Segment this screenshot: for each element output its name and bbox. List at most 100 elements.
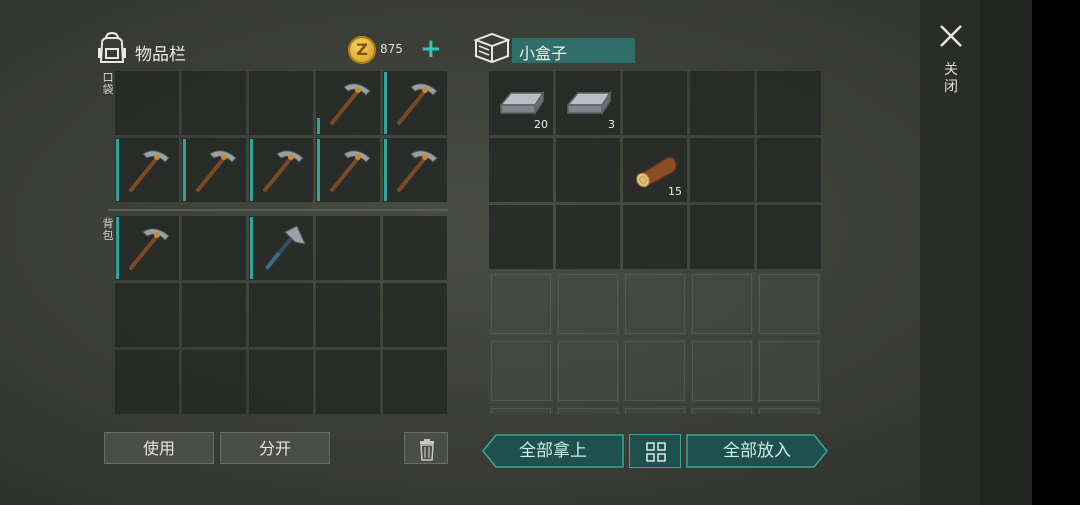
container-slot[interactable]: 3 [556, 71, 620, 135]
container-slot[interactable] [757, 138, 821, 202]
trash-button[interactable] [404, 432, 448, 464]
pickaxe-icon [129, 228, 170, 270]
durability-bar [384, 72, 387, 134]
pocket-slot[interactable] [383, 138, 447, 202]
pickaxe-icon [196, 150, 237, 192]
backpack-slot[interactable] [182, 283, 246, 347]
pocket-slot[interactable] [115, 138, 179, 202]
container-slot[interactable] [556, 205, 620, 269]
pocket-slot[interactable] [383, 71, 447, 135]
backpack-slot[interactable] [383, 216, 447, 280]
durability-bar [317, 118, 320, 134]
container-slot[interactable] [690, 138, 754, 202]
container-grid: 20 3 15 [489, 71, 821, 414]
section-divider [108, 209, 448, 211]
pickaxe-icon [330, 83, 371, 125]
backpack-grid [115, 216, 447, 414]
backpack-icon [98, 31, 126, 63]
container-slot[interactable] [623, 406, 687, 414]
pickaxe-icon [397, 150, 438, 192]
use-button[interactable]: 使用 [104, 432, 214, 464]
container-slot[interactable] [757, 205, 821, 269]
container-slot[interactable] [690, 205, 754, 269]
container-slot[interactable] [690, 272, 754, 336]
coin-icon: Z [348, 36, 376, 64]
backpack-slot[interactable] [383, 350, 447, 414]
backpack-slot[interactable] [249, 283, 313, 347]
close-icon[interactable] [937, 22, 965, 50]
split-button[interactable]: 分开 [220, 432, 330, 464]
screen-edge [1032, 0, 1080, 505]
pickaxe-icon [129, 150, 170, 192]
container-slot[interactable] [556, 406, 620, 414]
container-slot[interactable] [556, 339, 620, 403]
sort-grid-icon [646, 442, 666, 462]
container-slot[interactable] [489, 339, 553, 403]
pickaxe-icon [330, 150, 371, 192]
backpack-slot[interactable] [316, 283, 380, 347]
coin-count: 875 [380, 42, 403, 56]
backpack-slot[interactable] [316, 216, 380, 280]
backpack-slot[interactable] [316, 350, 380, 414]
container-slot[interactable] [489, 406, 553, 414]
container-slot[interactable] [757, 339, 821, 403]
pocket-grid [115, 71, 447, 202]
add-coins-button[interactable]: + [420, 35, 442, 63]
pocket-slot[interactable] [249, 138, 313, 202]
container-slot[interactable] [556, 272, 620, 336]
inventory-title: 物品栏 [135, 45, 186, 65]
trash-icon [420, 439, 434, 461]
sort-button[interactable] [629, 434, 681, 468]
container-slot[interactable] [623, 272, 687, 336]
container-slot[interactable] [690, 71, 754, 135]
durability-bar [116, 217, 119, 279]
durability-bar [116, 139, 119, 201]
container-slot[interactable]: 15 [623, 138, 687, 202]
container-slot[interactable] [489, 138, 553, 202]
take-all-button[interactable]: 全部拿上 [482, 434, 624, 468]
durability-bar [183, 139, 186, 201]
container-slot[interactable] [556, 138, 620, 202]
pocket-slot[interactable] [115, 71, 179, 135]
backpack-slot[interactable] [115, 283, 179, 347]
put-all-label: 全部放入 [723, 441, 791, 461]
container-slot[interactable] [757, 406, 821, 414]
pocket-label: 口袋 [102, 71, 114, 96]
backpack-slot[interactable] [182, 350, 246, 414]
backpack-slot[interactable] [115, 216, 179, 280]
container-slot[interactable]: 20 [489, 71, 553, 135]
container-title: 小盒子 [519, 44, 568, 63]
pocket-slot[interactable] [182, 71, 246, 135]
close-label[interactable]: 关闭 [944, 62, 958, 96]
item-count: 15 [668, 185, 682, 198]
side-panel-shade [980, 0, 1032, 505]
backpack-slot[interactable] [115, 350, 179, 414]
pocket-slot[interactable] [316, 138, 380, 202]
box-icon [474, 32, 510, 64]
container-slot[interactable] [757, 71, 821, 135]
durability-bar [384, 139, 387, 201]
container-slot[interactable] [623, 71, 687, 135]
container-slot[interactable] [757, 272, 821, 336]
pocket-slot[interactable] [182, 138, 246, 202]
backpack-slot[interactable] [383, 283, 447, 347]
item-count: 3 [608, 118, 615, 131]
backpack-slot[interactable] [249, 350, 313, 414]
pocket-slot[interactable] [316, 71, 380, 135]
pocket-slot[interactable] [249, 71, 313, 135]
pickaxe-icon [397, 83, 438, 125]
pickaxe-icon [263, 150, 304, 192]
container-slot[interactable] [623, 205, 687, 269]
container-slot[interactable] [690, 339, 754, 403]
container-slot[interactable] [489, 272, 553, 336]
container-slot[interactable] [623, 339, 687, 403]
backpack-label: 背包 [102, 217, 114, 242]
container-slot[interactable] [489, 205, 553, 269]
backpack-slot[interactable] [182, 216, 246, 280]
item-count: 20 [534, 118, 548, 131]
backpack-slot[interactable] [249, 216, 313, 280]
durability-bar [250, 217, 253, 279]
put-all-button[interactable]: 全部放入 [686, 434, 828, 468]
container-slot[interactable] [690, 406, 754, 414]
iron-ingot-icon [566, 90, 612, 116]
